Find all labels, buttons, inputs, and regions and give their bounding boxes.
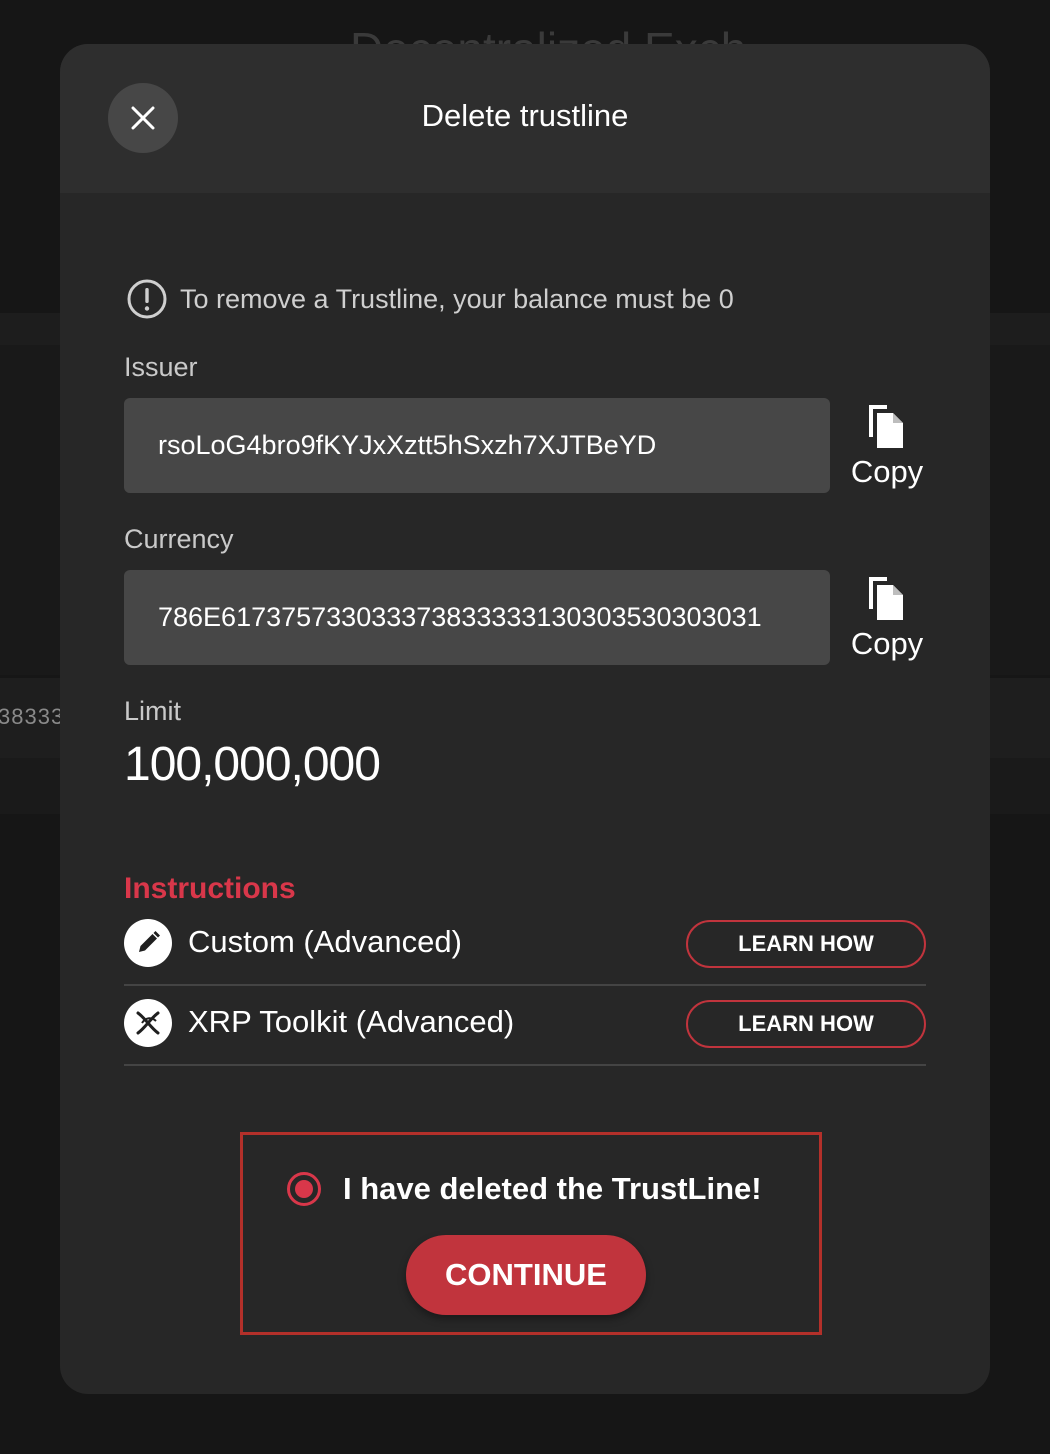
continue-button[interactable]: CONTINUE <box>406 1235 646 1315</box>
copy-issuer-button[interactable]: Copy <box>842 402 932 502</box>
limit-label: Limit <box>124 696 182 726</box>
instructions-heading: Instructions <box>124 872 296 905</box>
issuer-field[interactable]: rsoLoG4bro9fKYJxXztt5hSxzh7XJTBeYD <box>124 398 830 493</box>
currency-field[interactable]: 786E617375733033373833333130303530303031 <box>124 570 830 665</box>
radio-selected-dot <box>295 1180 313 1198</box>
issuer-value: rsoLoG4bro9fKYJxXztt5hSxzh7XJTBeYD <box>158 430 657 460</box>
delete-trustline-modal: Delete trustline To remove a Trustline, … <box>60 44 990 1394</box>
modal-title: Delete trustline <box>421 98 629 133</box>
issuer-label: Issuer <box>124 352 198 382</box>
currency-value: 786E617375733033373833333130303530303031 <box>158 602 762 632</box>
confirmation-text: I have deleted the TrustLine! <box>343 1171 762 1206</box>
warning-text: To remove a Trustline, your balance must… <box>180 283 734 314</box>
limit-value: 100,000,000 <box>124 738 381 791</box>
instruction-label: XRP Toolkit (Advanced) <box>188 1004 515 1039</box>
confirmation-box: I have deleted the TrustLine! CONTINUE <box>240 1132 822 1335</box>
copy-icon <box>869 405 903 448</box>
pencil-icon <box>124 919 172 967</box>
modal-header: Delete trustline <box>60 44 990 193</box>
copy-currency-label: Copy <box>850 626 924 661</box>
exclamation-circle-icon <box>127 279 167 319</box>
balance-warning: To remove a Trustline, your balance must… <box>126 278 734 320</box>
background-table-cell: 38333 <box>0 704 65 729</box>
instruction-item-xrp-toolkit: XRP Toolkit (Advanced) LEARN HOW <box>124 984 926 1066</box>
instruction-item-custom: Custom (Advanced) LEARN HOW <box>124 904 926 986</box>
learn-how-xrp-toolkit-button[interactable]: LEARN HOW <box>686 1000 926 1048</box>
instruction-label: Custom (Advanced) <box>188 924 462 959</box>
currency-label: Currency <box>124 524 234 554</box>
learn-how-custom-button[interactable]: LEARN HOW <box>686 920 926 968</box>
copy-currency-button[interactable]: Copy <box>842 574 932 674</box>
radio-button[interactable] <box>287 1172 321 1206</box>
copy-icon <box>869 577 903 620</box>
copy-issuer-label: Copy <box>850 454 924 489</box>
deleted-confirmation-radio[interactable]: I have deleted the TrustLine! <box>287 1171 762 1207</box>
xrp-toolkit-logo-icon <box>124 999 172 1047</box>
